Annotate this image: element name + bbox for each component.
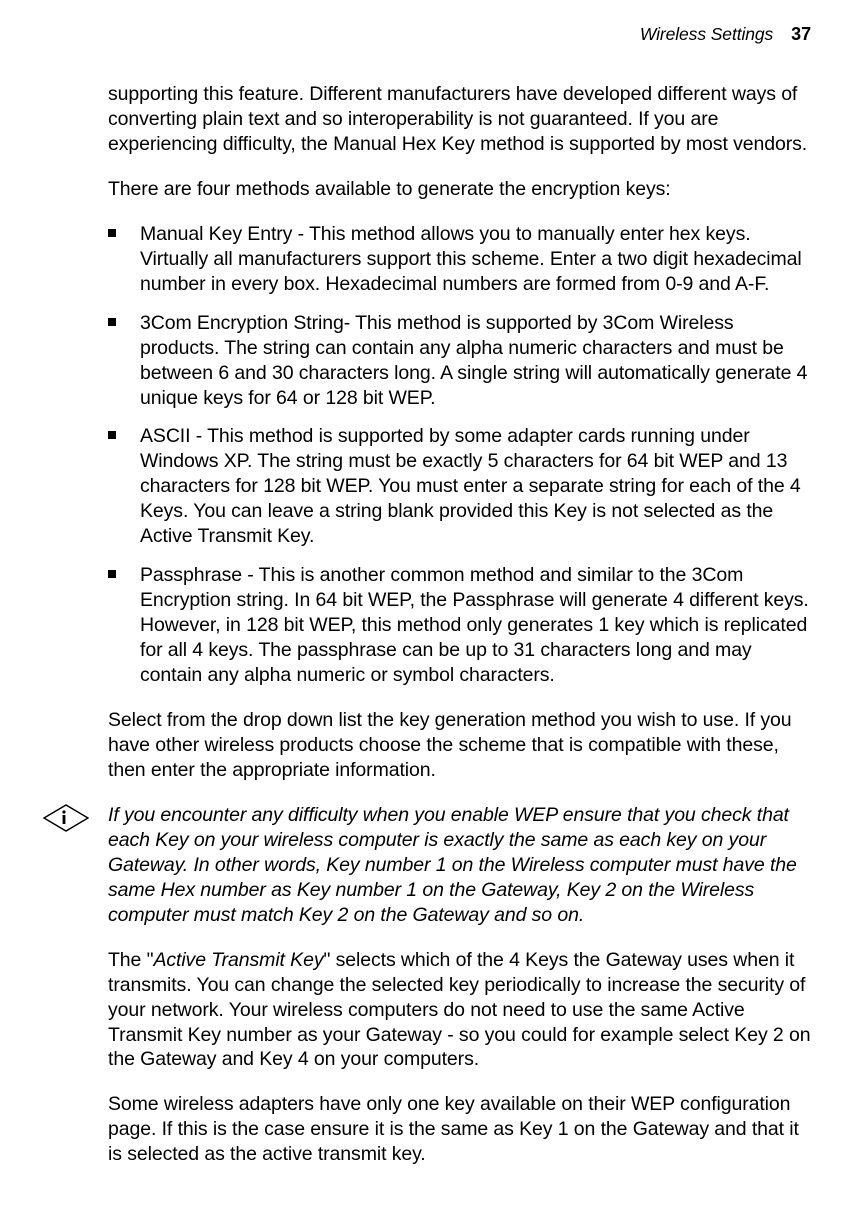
page-header: Wireless Settings 37 [640, 23, 811, 46]
square-bullet-icon [108, 431, 116, 439]
page-content: supporting this feature. Different manuf… [108, 82, 816, 1187]
list-item: Passphrase - This is another common meth… [108, 563, 816, 688]
section-title: Wireless Settings [640, 23, 773, 45]
list-item: 3Com Encryption String- This method is s… [108, 311, 816, 411]
bullet-list: Manual Key Entry - This method allows yo… [108, 222, 816, 688]
emphasis-text: Active Transmit Key [153, 949, 323, 971]
note-text: If you encounter any difficulty when you… [108, 803, 816, 928]
paragraph: The "Active Transmit Key" selects which … [108, 948, 816, 1073]
paragraph: supporting this feature. Different manuf… [108, 82, 816, 157]
list-item-text: ASCII - This method is supported by some… [140, 425, 801, 547]
page-number: 37 [791, 23, 811, 46]
list-item: ASCII - This method is supported by some… [108, 424, 816, 549]
paragraph: Select from the drop down list the key g… [108, 708, 816, 783]
info-note: If you encounter any difficulty when you… [108, 803, 816, 928]
list-item-text: Passphrase - This is another common meth… [140, 564, 809, 686]
paragraph: Some wireless adapters have only one key… [108, 1092, 816, 1167]
square-bullet-icon [108, 318, 116, 326]
paragraph: There are four methods available to gene… [108, 177, 816, 202]
square-bullet-icon [108, 570, 116, 578]
list-item-text: Manual Key Entry - This method allows yo… [140, 223, 802, 295]
text-fragment: The " [108, 949, 153, 971]
square-bullet-icon [108, 229, 116, 237]
info-icon [42, 803, 90, 840]
list-item: Manual Key Entry - This method allows yo… [108, 222, 816, 297]
list-item-text: 3Com Encryption String- This method is s… [140, 312, 807, 409]
